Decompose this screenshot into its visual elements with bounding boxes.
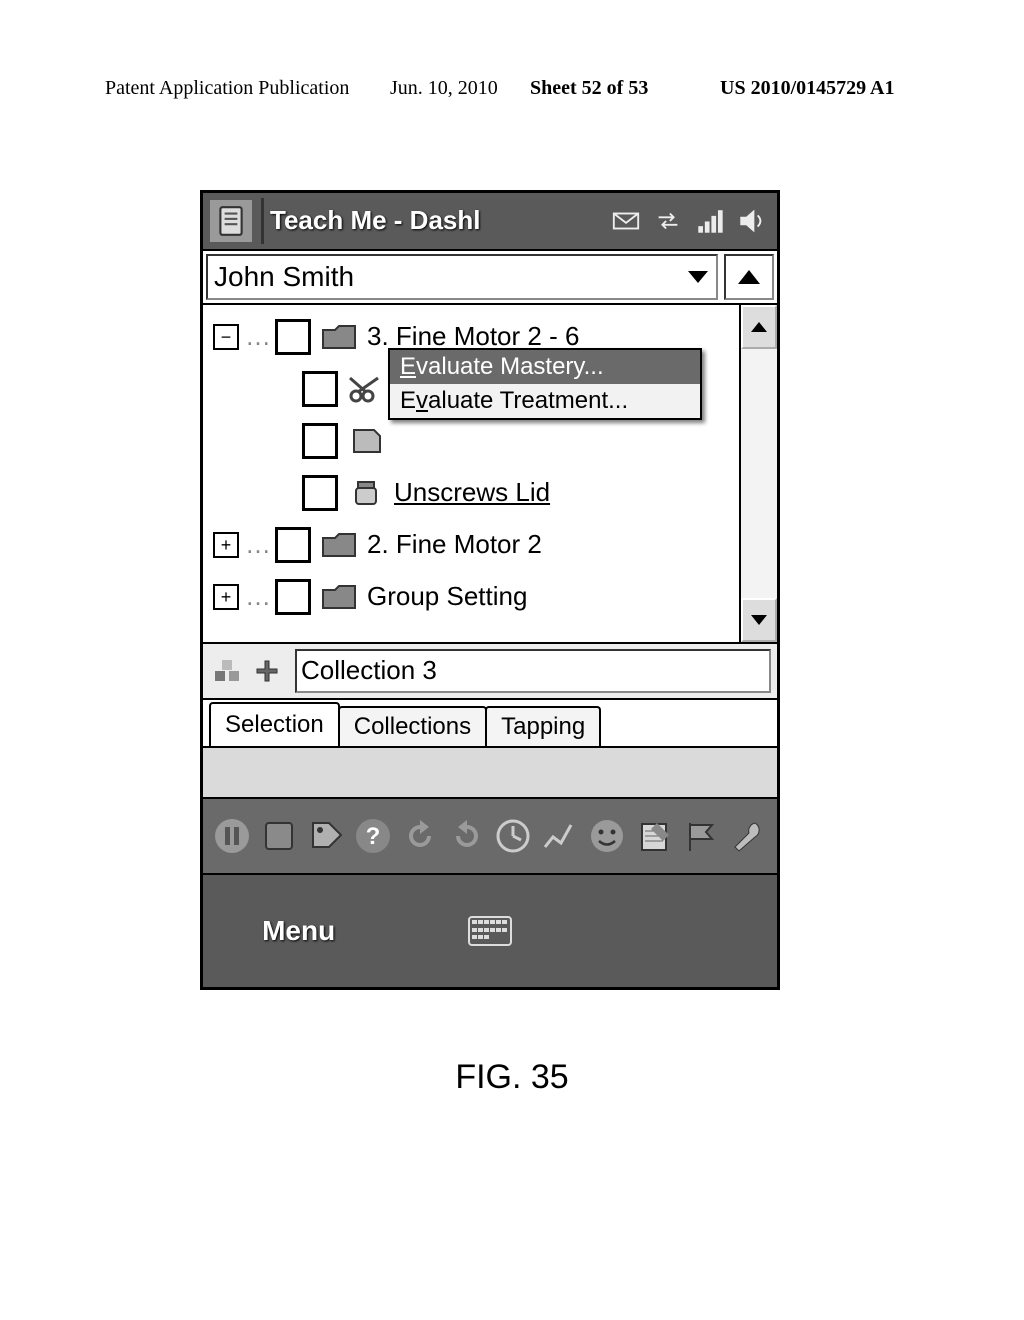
volume-icon[interactable] [734, 203, 770, 239]
user-selector-row: John Smith [203, 251, 777, 305]
context-menu: Evaluate Mastery... Evaluate Treatment..… [388, 348, 702, 420]
menu-item-evaluate-treatment[interactable]: Evaluate Treatment... [390, 384, 700, 418]
folder-icon [321, 322, 357, 352]
tree-leaf-unscrewslid[interactable]: Unscrews Lid [298, 467, 735, 519]
undo-icon[interactable] [398, 814, 441, 858]
blocks-icon[interactable] [209, 653, 245, 689]
collection-name-value: Collection 3 [301, 655, 437, 686]
chart-icon[interactable] [539, 814, 582, 858]
tree-panel: − … 3. Fine Motor 2 - 6 Cuts Paper Ev [203, 305, 777, 644]
tree-node-label: Group Setting [367, 581, 527, 612]
content-spacer [203, 748, 777, 800]
menu-item-prefix: E [400, 387, 416, 414]
tree-vertical-scrollbar[interactable] [739, 305, 777, 642]
softkey-right[interactable] [586, 875, 777, 987]
publication-label: Patent Application Publication [105, 78, 349, 98]
svg-text:?: ? [366, 823, 381, 850]
softkey-menu[interactable]: Menu [203, 875, 394, 987]
jar-icon [348, 478, 384, 508]
menu-item-evaluate-mastery[interactable]: Evaluate Mastery... [390, 350, 700, 384]
user-dropdown-value: John Smith [208, 261, 354, 293]
menu-item-label: aluate Treatment... [428, 387, 628, 414]
menu-accelerator: E [400, 353, 416, 380]
tree-node-label: 2. Fine Motor 2 [367, 529, 542, 560]
sheet-number: Sheet 52 of 53 [530, 78, 648, 98]
tab-selection[interactable]: Selection [209, 702, 340, 746]
tag-icon[interactable] [305, 814, 348, 858]
triangle-up-icon [751, 322, 767, 332]
user-dropdown[interactable]: John Smith [206, 254, 718, 300]
redo-icon[interactable] [445, 814, 488, 858]
tab-label: Collections [354, 713, 471, 741]
scissors-icon [348, 374, 384, 404]
softkey-bar: Menu [203, 875, 777, 987]
tree-node-finemotor2[interactable]: + … 2. Fine Motor 2 [213, 519, 735, 571]
triangle-up-icon [738, 270, 760, 284]
mail-icon[interactable] [608, 203, 644, 239]
tab-bar: Selection Collections Tapping [203, 700, 777, 748]
plus-icon[interactable] [249, 653, 285, 689]
clock-icon[interactable] [492, 814, 535, 858]
softkey-keyboard[interactable] [394, 875, 585, 987]
checkbox[interactable] [302, 475, 338, 511]
wrench-icon[interactable] [726, 814, 769, 858]
stop-icon[interactable] [258, 814, 301, 858]
checkbox[interactable] [302, 371, 338, 407]
folder-icon [321, 530, 357, 560]
app-icon[interactable] [210, 200, 252, 242]
tree-node-groupsetting[interactable]: + … Group Setting [213, 571, 735, 623]
toolbar: ? [203, 799, 777, 875]
tab-label: Tapping [501, 713, 585, 741]
scroll-up-button[interactable] [724, 254, 774, 300]
menu-item-label: valuate Mastery... [416, 353, 604, 380]
collection-row: Collection 3 [203, 644, 777, 700]
help-icon[interactable]: ? [351, 814, 394, 858]
titlebar-divider [261, 198, 264, 244]
figure-label: FIG. 35 [0, 1060, 1024, 1094]
tab-label: Selection [225, 711, 324, 739]
softkey-label: Menu [262, 915, 335, 947]
pause-icon[interactable] [211, 814, 254, 858]
tree-leaf-hidden-1[interactable] [298, 415, 735, 467]
scrollbar-track[interactable] [741, 349, 777, 598]
scroll-down-button[interactable] [741, 598, 777, 642]
item-icon [348, 426, 384, 456]
checkbox[interactable] [275, 579, 311, 615]
checkbox[interactable] [302, 423, 338, 459]
device-frame: Teach Me - Dashl John Smith − … [200, 190, 780, 990]
tab-tapping[interactable]: Tapping [485, 706, 601, 746]
collapse-icon[interactable]: − [213, 324, 239, 350]
chevron-down-icon [688, 271, 708, 283]
expand-icon[interactable]: + [213, 532, 239, 558]
menu-accelerator: v [416, 387, 428, 414]
publication-number: US 2010/0145729 A1 [720, 78, 894, 98]
window-titlebar: Teach Me - Dashl [203, 193, 777, 251]
sync-icon[interactable] [650, 203, 686, 239]
checkbox[interactable] [275, 527, 311, 563]
signal-icon [692, 203, 728, 239]
checkbox[interactable] [275, 319, 311, 355]
tree-leaf-label: Unscrews Lid [394, 477, 550, 508]
keyboard-icon [468, 916, 512, 946]
face-icon[interactable] [586, 814, 629, 858]
triangle-down-icon [751, 615, 767, 625]
flag-icon[interactable] [679, 814, 722, 858]
publication-date: Jun. 10, 2010 [390, 78, 498, 98]
scroll-up-button[interactable] [741, 305, 777, 349]
folder-icon [321, 582, 357, 612]
expand-icon[interactable]: + [213, 584, 239, 610]
tab-collections[interactable]: Collections [338, 706, 487, 746]
tree-scroll-area[interactable]: − … 3. Fine Motor 2 - 6 Cuts Paper Ev [203, 305, 739, 642]
window-title: Teach Me - Dashl [270, 205, 480, 236]
notepad-icon[interactable] [632, 814, 675, 858]
collection-name-input[interactable]: Collection 3 [295, 649, 771, 693]
